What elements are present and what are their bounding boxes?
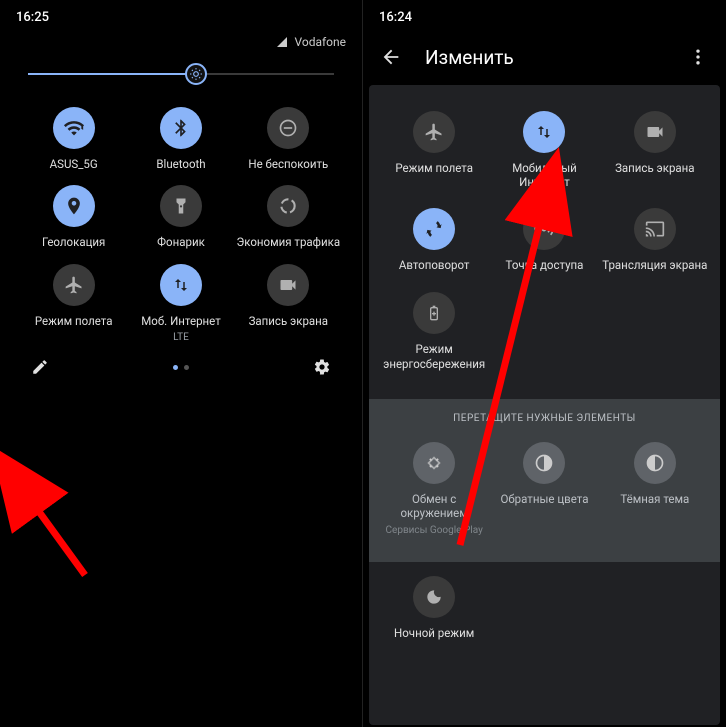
edit-tiles-body: Режим полета Мобильный Интернет Запись экр… [369, 85, 720, 725]
nearby-icon[interactable] [413, 442, 455, 484]
status-bar-left: 16:25 [0, 0, 362, 29]
edit-header: Изменить [363, 29, 726, 85]
tile-autorotate[interactable]: Автоповорот [379, 208, 489, 272]
tile-cast[interactable]: Трансляция экрана [600, 208, 710, 272]
screenrecord-icon[interactable] [634, 111, 676, 153]
tile-label: Обмен с окружением [379, 492, 489, 521]
tile-label: Режим полета [395, 161, 473, 175]
wallpaper [0, 537, 362, 727]
nightmode-icon[interactable] [413, 576, 455, 618]
tile-label: Режим энергосбережения [379, 342, 489, 371]
tile-label: Точка доступа [506, 258, 584, 272]
status-time: 16:24 [379, 10, 412, 25]
tile-sublabel: LTE [173, 332, 189, 343]
tile-label: Автоповорот [399, 258, 470, 272]
airplane-icon[interactable] [53, 264, 95, 306]
tile-label: Режим полета [35, 314, 113, 328]
tile-wifi[interactable]: ASUS_5G [20, 107, 127, 171]
tile-label: Экономия трафика [237, 235, 341, 249]
tile-datasaver[interactable]: Экономия трафика [235, 185, 342, 249]
edit-title: Изменить [425, 46, 664, 69]
bluetooth-icon[interactable] [160, 107, 202, 149]
tile-label: Геолокация [42, 235, 105, 249]
quick-settings-panel: ASUS_5G Bluetooth Не беспокоить Геолокация Ф… [6, 89, 356, 391]
brightness-slider[interactable] [0, 55, 362, 85]
tile-label: Обратные цвета [501, 492, 589, 506]
screenrecord-icon[interactable] [267, 264, 309, 306]
carrier-row: Vodafone [0, 29, 362, 55]
overflow-menu-button[interactable] [684, 43, 712, 71]
tile-label: Bluetooth [156, 157, 205, 171]
drag-hint-section: ПЕРЕТАЩИТЕ НУЖНЫЕ ЭЛЕМЕНТЫ Обмен с окруж… [369, 399, 720, 562]
tile-label: Не беспокоить [248, 157, 328, 171]
tile-label: Моб. Интернет [141, 314, 221, 328]
tile-nightmode[interactable]: Ночной режим [379, 576, 489, 640]
autorotate-icon[interactable] [413, 208, 455, 250]
mobiledata-icon[interactable] [160, 264, 202, 306]
tile-dnd[interactable]: Не беспокоить [235, 107, 342, 171]
tile-screenrecord[interactable]: Запись экрана [600, 111, 710, 190]
tile-label: Мобильный Интернет [489, 161, 599, 190]
tile-mobiledata[interactable]: Мобильный Интернет [489, 111, 599, 190]
datasaver-icon[interactable] [267, 185, 309, 227]
tile-battery[interactable]: Режим энергосбережения [379, 292, 489, 371]
tile-sublabel: Сервисы Google Play [386, 525, 483, 536]
settings-button[interactable] [310, 355, 334, 379]
location-icon[interactable] [53, 185, 95, 227]
tile-nearby[interactable]: Обмен с окружением Сервисы Google Play [379, 442, 489, 536]
flashlight-icon[interactable] [160, 185, 202, 227]
battery-icon[interactable] [413, 292, 455, 334]
tile-hotspot[interactable]: Точка доступа [489, 208, 599, 272]
tile-airplane[interactable]: Режим полета [379, 111, 489, 190]
tile-mobiledata[interactable]: Моб. Интернет LTE [127, 264, 234, 343]
tile-label: Запись экрана [615, 161, 694, 175]
tile-airplane[interactable]: Режим полета [20, 264, 127, 343]
drag-hint-label: ПЕРЕТАЩИТЕ НУЖНЫЕ ЭЛЕМЕНТЫ [369, 413, 720, 424]
carrier-label: Vodafone [294, 35, 346, 49]
tile-label: Запись экрана [249, 314, 328, 328]
left-phone-panel: 16:25 Vodafone ASUS_5G Bluetooth Не беспок… [0, 0, 363, 727]
hotspot-icon[interactable] [523, 208, 565, 250]
right-phone-panel: 16:24 Изменить Режим полета Мобильный Инт… [363, 0, 726, 727]
tile-label: Ночной режим [394, 626, 474, 640]
darktheme-icon[interactable] [634, 442, 676, 484]
invert-icon[interactable] [523, 442, 565, 484]
tile-label: ASUS_5G [50, 157, 98, 171]
tile-flashlight[interactable]: Фонарик [127, 185, 234, 249]
cast-icon[interactable] [634, 208, 676, 250]
tile-invert[interactable]: Обратные цвета [489, 442, 599, 536]
signal-icon [276, 36, 288, 48]
tile-darktheme[interactable]: Тёмная тема [600, 442, 710, 536]
status-time: 16:25 [16, 10, 49, 25]
tile-bluetooth[interactable]: Bluetooth [127, 107, 234, 171]
tile-location[interactable]: Геолокация [20, 185, 127, 249]
tile-label: Фонарик [157, 235, 205, 249]
mobiledata-icon[interactable] [523, 111, 565, 153]
wifi-icon[interactable] [53, 107, 95, 149]
dnd-icon[interactable] [267, 107, 309, 149]
status-bar-right: 16:24 [363, 0, 726, 29]
page-indicator [173, 365, 189, 370]
tile-label: Трансляция экрана [602, 258, 707, 272]
edit-button[interactable] [28, 355, 52, 379]
brightness-thumb-icon[interactable] [185, 63, 207, 85]
airplane-icon[interactable] [413, 111, 455, 153]
tile-label: Тёмная тема [620, 492, 689, 506]
back-button[interactable] [377, 43, 405, 71]
tile-screenrecord[interactable]: Запись экрана [235, 264, 342, 343]
